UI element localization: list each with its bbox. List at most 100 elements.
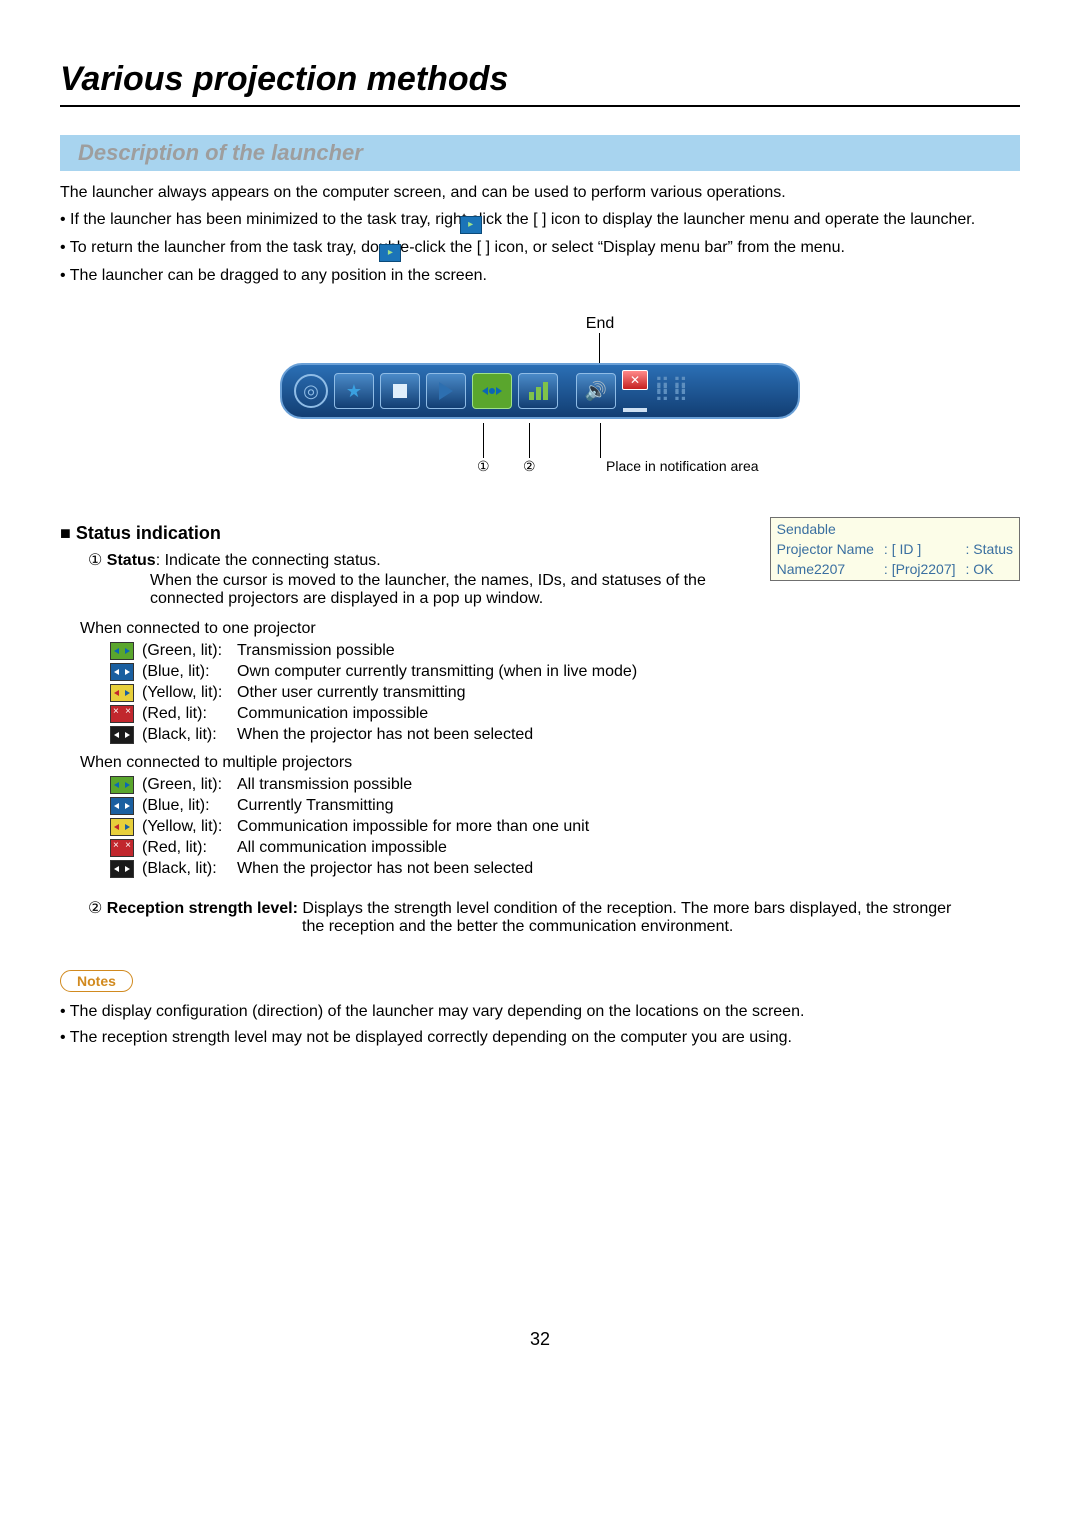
window-controls: ✕: [622, 370, 648, 412]
status-desc: Communication impossible for more than o…: [237, 818, 589, 836]
status-desc: Transmission possible: [237, 642, 395, 660]
arrow-left-icon: [482, 387, 488, 395]
tooltip-popup: Sendable Projector Name : [ ID ] : Statu…: [770, 517, 1020, 581]
title-rule: [60, 105, 1020, 107]
status-row: (Red, lit):All communication impossible: [110, 839, 1020, 857]
signal-strength: [518, 373, 558, 409]
status-icon-yellow: [110, 684, 134, 702]
bullet-3: The launcher can be dragged to any posit…: [60, 264, 1020, 287]
status-indicator: [472, 373, 512, 409]
status-desc: Own computer currently transmitting (whe…: [237, 663, 637, 681]
status-icon-green: [110, 642, 134, 660]
status-desc: All communication impossible: [237, 839, 447, 857]
page-number: 32: [60, 1329, 1020, 1350]
popup-row-1: Sendable: [773, 520, 1017, 538]
figure-callouts: ① ② Place in notification area: [280, 423, 800, 483]
popup-r2c: : Status: [962, 540, 1017, 558]
target-button[interactable]: ◎: [294, 374, 328, 408]
stop-icon: [393, 384, 407, 398]
status-row: (Blue, lit):Own computer currently trans…: [110, 663, 1020, 681]
launcher-figure: End ◎ ★ 🔊 ✕ ⠿⠿⠿⠿: [280, 315, 800, 483]
chapter-title: Various projection methods: [60, 60, 1020, 99]
status-row: (Blue, lit):Currently Transmitting: [110, 797, 1020, 815]
status-row: (Red, lit):Communication impossible: [110, 705, 1020, 723]
status-icon-yellow: [110, 818, 134, 836]
status-icon-red: [110, 705, 134, 723]
minimize-button[interactable]: [623, 400, 647, 412]
intro-bullets: If the launcher has been minimized to th…: [60, 208, 1020, 287]
status-icon-blue: [110, 797, 134, 815]
play-icon: [439, 382, 453, 400]
status-icon-black: [110, 726, 134, 744]
status-row: (Black, lit):When the projector has not …: [110, 860, 1020, 878]
note-2: The reception strength level may not be …: [60, 1026, 1020, 1049]
status-icon-green: [110, 776, 134, 794]
status-color-label: (Black, lit):: [142, 726, 237, 744]
status-color-label: (Yellow, lit):: [142, 818, 237, 836]
popup-r2a: Projector Name: [773, 540, 878, 558]
launcher-bar: ◎ ★ 🔊 ✕ ⠿⠿⠿⠿: [280, 363, 800, 419]
status-row: (Yellow, lit):Other user currently trans…: [110, 684, 1020, 702]
status-row: (Green, lit):Transmission possible: [110, 642, 1020, 660]
status-color-label: (Red, lit):: [142, 705, 237, 723]
status-color-label: (Blue, lit):: [142, 797, 237, 815]
popup-r3b: : [Proj2207]: [880, 560, 960, 578]
favorite-button[interactable]: ★: [334, 373, 374, 409]
reception-line-1: Displays the strength level condition of…: [298, 900, 951, 917]
close-button[interactable]: ✕: [622, 370, 648, 390]
play-button[interactable]: [426, 373, 466, 409]
intro-text: The launcher always appears on the compu…: [60, 181, 1020, 204]
reception-num: ②: [88, 900, 107, 917]
drag-grip-icon[interactable]: ⠿⠿⠿⠿: [654, 383, 690, 399]
status-desc: All transmission possible: [237, 776, 412, 794]
end-callout-line: [599, 333, 600, 363]
popup-r2b: : [ ID ]: [880, 540, 960, 558]
status-color-label: (Red, lit):: [142, 839, 237, 857]
note-1: The display configuration (direction) of…: [60, 1000, 1020, 1023]
status-desc: When the projector has not been selected: [237, 860, 533, 878]
callout-1: ①: [477, 458, 490, 475]
status-bold: Status: [107, 552, 156, 569]
one-projector-table: (Green, lit):Transmission possible(Blue,…: [110, 642, 1020, 744]
reception-bold: Reception strength level:: [107, 900, 298, 917]
stop-button[interactable]: [380, 373, 420, 409]
popup-r3c: : OK: [962, 560, 1017, 578]
status-icon-black: [110, 860, 134, 878]
reception-line-2: the reception and the better the communi…: [302, 918, 1020, 936]
bullet-1-text: If the launcher has been minimized to th…: [70, 211, 975, 228]
callout-line-notif: [600, 423, 601, 458]
status-color-label: (Yellow, lit):: [142, 684, 237, 702]
signal-bars-icon: [529, 382, 548, 400]
notif-label: Place in notification area: [606, 458, 759, 474]
status-color-label: (Green, lit):: [142, 776, 237, 794]
status-row: (Yellow, lit):Communication impossible f…: [110, 818, 1020, 836]
status-color-label: (Blue, lit):: [142, 663, 237, 681]
bullet-1: If the launcher has been minimized to th…: [60, 208, 1020, 234]
notes-badge: Notes: [60, 970, 133, 992]
sound-button[interactable]: 🔊: [576, 373, 616, 409]
status-row: (Green, lit):All transmission possible: [110, 776, 1020, 794]
dot-icon: [489, 388, 495, 394]
end-label: End: [570, 315, 630, 333]
callout-line-2: [529, 423, 530, 458]
reception-block: ② Reception strength level: Displays the…: [88, 898, 1020, 936]
multi-projector-lead: When connected to multiple projectors: [80, 754, 1020, 772]
status-desc: Currently Transmitting: [237, 797, 394, 815]
popup-r3a: Name2207: [773, 560, 878, 578]
notes-list: The display configuration (direction) of…: [60, 1000, 1020, 1048]
one-projector-lead: When connected to one projector: [80, 620, 1020, 638]
status-icon-blue: [110, 663, 134, 681]
tray-icon-inline-2: ▸: [379, 244, 401, 262]
callout-line-1: [483, 423, 484, 458]
status-row: (Black, lit):When the projector has not …: [110, 726, 1020, 744]
status-num: ①: [88, 552, 107, 569]
section-title-bar: Description of the launcher: [60, 135, 1020, 171]
status-desc: Communication impossible: [237, 705, 428, 723]
status-desc: When the projector has not been selected: [237, 726, 533, 744]
arrow-right-icon: [496, 387, 502, 395]
bullet-2: To return the launcher from the task tra…: [60, 236, 1020, 262]
status-desc: Other user currently transmitting: [237, 684, 466, 702]
status-rest: : Indicate the connecting status.: [156, 552, 381, 569]
status-color-label: (Green, lit):: [142, 642, 237, 660]
status-icon-red: [110, 839, 134, 857]
